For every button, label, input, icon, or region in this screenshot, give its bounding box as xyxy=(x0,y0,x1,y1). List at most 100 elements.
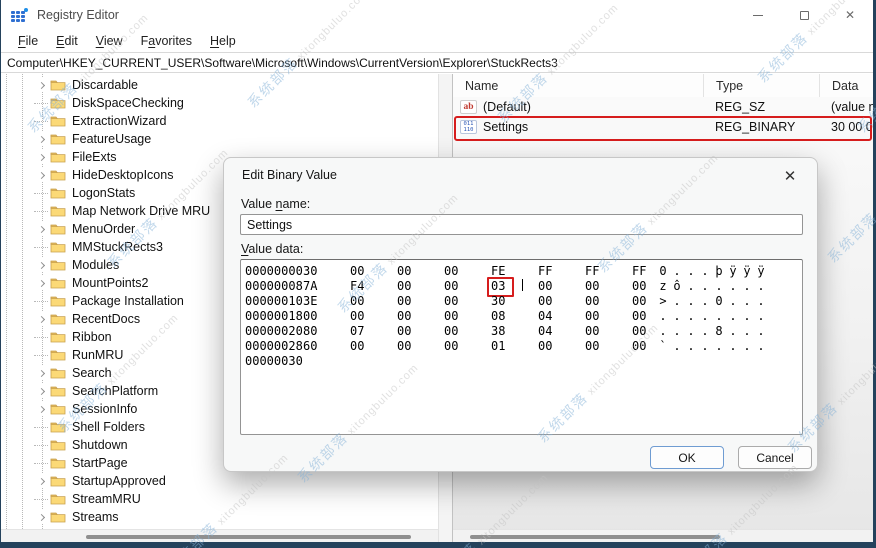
hex-byte[interactable]: 04 xyxy=(538,309,585,323)
tree-horizontal-scrollbar[interactable] xyxy=(1,529,438,542)
expand-chevron-icon[interactable] xyxy=(34,510,50,524)
ok-button[interactable]: OK xyxy=(650,446,724,469)
hex-byte[interactable]: 3E xyxy=(303,294,350,308)
tree-item-extractionwizard[interactable]: ExtractionWizard xyxy=(1,112,438,130)
hex-byte[interactable]: 00 xyxy=(397,279,444,293)
close-button[interactable]: ✕ xyxy=(827,0,873,30)
menu-edit[interactable]: Edit xyxy=(47,32,87,50)
tree-item-discardable[interactable]: Discardable xyxy=(1,76,438,94)
ascii-char: ô xyxy=(673,278,681,293)
value-name-input[interactable]: Settings xyxy=(240,214,803,235)
hex-byte[interactable]: 7A xyxy=(303,279,350,293)
folder-icon xyxy=(50,242,66,253)
menu-file[interactable]: File xyxy=(9,32,47,50)
value-row-default[interactable]: ab (Default) REG_SZ (value no xyxy=(453,97,873,117)
hex-byte[interactable]: 00 xyxy=(444,339,491,353)
dialog-close-icon[interactable]: ✕ xyxy=(779,165,801,187)
hex-byte[interactable]: 00 xyxy=(444,279,491,293)
expand-chevron-icon[interactable] xyxy=(34,402,50,416)
hex-byte[interactable]: F4 xyxy=(350,279,397,293)
tree-item-label: Package Installation xyxy=(72,294,184,308)
value-data-hex-editor[interactable]: 00000000 30 00 00 00 FE FF FF FF 0... þ ÿ ÿ ÿ 00000008… xyxy=(240,259,803,435)
hex-byte[interactable]: 00 xyxy=(632,309,652,323)
hex-byte-highlighted[interactable]: 03 xyxy=(487,276,538,297)
hex-byte[interactable]: 00 xyxy=(350,294,397,308)
menu-favorites[interactable]: Favorites xyxy=(132,32,201,50)
hex-byte[interactable]: 00 xyxy=(585,294,632,308)
maximize-button[interactable] xyxy=(781,0,827,30)
address-bar[interactable]: Computer\HKEY_CURRENT_USER\Software\Micr… xyxy=(1,52,873,73)
hex-byte[interactable]: 00 xyxy=(585,339,632,353)
hex-byte[interactable]: 00 xyxy=(632,324,652,338)
expand-chevron-icon[interactable] xyxy=(34,276,50,290)
hex-byte[interactable]: 38 xyxy=(491,324,538,338)
hex-byte[interactable]: 80 xyxy=(303,324,350,338)
hex-byte[interactable]: 00 xyxy=(350,264,397,278)
hex-byte[interactable]: 00 xyxy=(585,279,632,293)
expand-chevron-icon[interactable] xyxy=(34,78,50,92)
hex-byte[interactable]: 60 xyxy=(303,339,350,353)
hex-byte[interactable]: 00 xyxy=(444,264,491,278)
ascii-char: ÿ xyxy=(757,263,765,278)
expand-chevron-icon[interactable] xyxy=(34,132,50,146)
cancel-button[interactable]: Cancel xyxy=(738,446,812,469)
hex-byte[interactable]: 04 xyxy=(538,324,585,338)
hex-byte[interactable]: 07 xyxy=(350,324,397,338)
hex-byte[interactable]: 00 xyxy=(303,309,350,323)
hex-byte[interactable]: 00 xyxy=(538,339,585,353)
scrollbar-thumb[interactable] xyxy=(470,535,720,539)
tree-item-diskspacechecking[interactable]: DiskSpaceChecking xyxy=(1,94,438,112)
expand-chevron-icon[interactable] xyxy=(34,474,50,488)
minimize-button[interactable] xyxy=(735,0,781,30)
hex-byte[interactable]: FF xyxy=(585,264,632,278)
expand-chevron-icon[interactable] xyxy=(34,258,50,272)
ascii-char: . xyxy=(701,338,709,353)
hex-byte[interactable]: 08 xyxy=(491,309,538,323)
hex-byte[interactable]: FE xyxy=(491,264,538,278)
hex-byte[interactable]: 00 xyxy=(444,294,491,308)
expand-chevron-icon[interactable] xyxy=(34,366,50,380)
expand-chevron-icon[interactable] xyxy=(34,222,50,236)
expand-chevron-icon[interactable] xyxy=(34,168,50,182)
hex-byte[interactable]: 00 xyxy=(397,324,444,338)
hex-byte[interactable]: 00 xyxy=(444,324,491,338)
folder-icon xyxy=(50,332,66,343)
hex-byte[interactable]: 00 xyxy=(538,279,585,293)
expand-chevron-icon[interactable] xyxy=(34,384,50,398)
expand-chevron-icon[interactable] xyxy=(34,150,50,164)
hex-byte[interactable]: 00 xyxy=(632,339,652,353)
expand-chevron-icon[interactable] xyxy=(34,312,50,326)
hex-byte[interactable]: 30 xyxy=(303,264,350,278)
menu-view[interactable]: View xyxy=(87,32,132,50)
hex-byte[interactable]: FF xyxy=(538,264,585,278)
hex-byte[interactable]: 00 xyxy=(397,339,444,353)
menu-help[interactable]: Help xyxy=(201,32,245,50)
scrollbar-thumb[interactable] xyxy=(86,535,411,539)
values-horizontal-scrollbar[interactable] xyxy=(453,529,873,542)
column-header-type[interactable]: Type xyxy=(703,74,819,97)
hex-byte[interactable]: 00 xyxy=(585,324,632,338)
tree-item-featureusage[interactable]: FeatureUsage xyxy=(1,130,438,148)
tree-item-streammru[interactable]: StreamMRU xyxy=(1,490,438,508)
hex-byte[interactable]: 00 xyxy=(444,309,491,323)
hex-byte[interactable]: 01 xyxy=(491,339,538,353)
hex-byte[interactable]: 00 xyxy=(585,309,632,323)
registry-editor-app-icon xyxy=(11,7,28,23)
hex-byte[interactable]: FF xyxy=(632,264,652,278)
column-header-data[interactable]: Data xyxy=(819,74,873,97)
hex-byte[interactable]: 30 xyxy=(491,294,538,308)
hex-byte[interactable]: 00 xyxy=(397,294,444,308)
tree-item-startupapproved[interactable]: StartupApproved xyxy=(1,472,438,490)
hex-byte[interactable]: 00 xyxy=(350,339,397,353)
hex-byte[interactable]: 00 xyxy=(538,294,585,308)
tree-item-streams[interactable]: Streams xyxy=(1,508,438,526)
folder-icon xyxy=(50,422,66,433)
hex-byte[interactable]: 00 xyxy=(397,264,444,278)
column-header-name[interactable]: Name xyxy=(453,74,703,97)
hex-byte[interactable]: 00 xyxy=(632,279,652,293)
hex-byte[interactable]: 00 xyxy=(397,309,444,323)
value-row-settings[interactable]: 011110 Settings REG_BINARY 30 00 00 xyxy=(453,117,873,137)
hex-byte[interactable]: 00 xyxy=(350,309,397,323)
ascii-char: . xyxy=(757,293,765,308)
hex-byte[interactable]: 00 xyxy=(632,294,652,308)
